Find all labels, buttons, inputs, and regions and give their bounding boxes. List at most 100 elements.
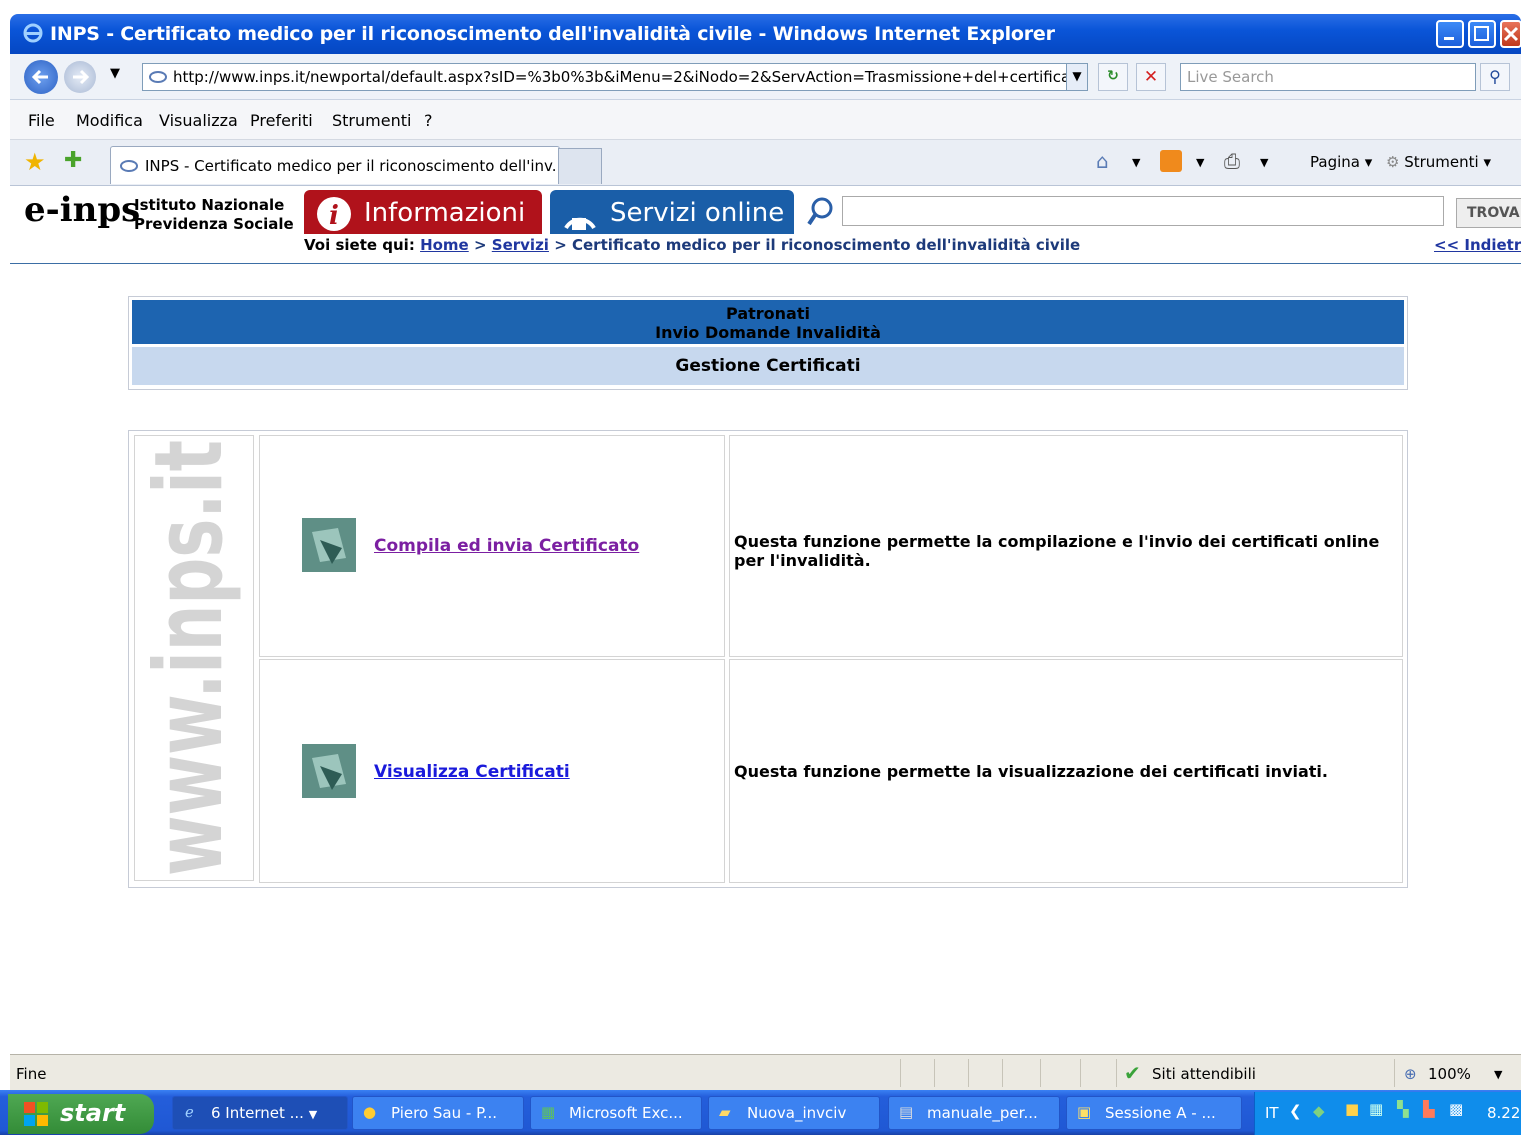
zoom-dropdown-icon[interactable]: ▼	[1494, 1068, 1502, 1081]
print-dropdown-icon[interactable]: ▼	[1260, 156, 1268, 169]
menu-visualizza[interactable]: Visualizza	[159, 111, 238, 130]
taskbar-item-label: 6 Internet ...	[211, 1104, 304, 1122]
breadcrumb-servizi-link[interactable]: Servizi	[492, 236, 549, 254]
tray-shield-icon[interactable]: ■	[1345, 1100, 1359, 1118]
word-icon: ▤	[899, 1103, 914, 1121]
taskbar-item-internet[interactable]: ℯ 6 Internet ... ▼	[172, 1096, 348, 1130]
trova-button[interactable]: TROVA	[1456, 198, 1521, 228]
feed-dropdown-icon[interactable]: ▼	[1196, 156, 1204, 169]
forward-button[interactable]	[64, 61, 96, 93]
minimize-button[interactable]	[1436, 20, 1464, 48]
zoom-level[interactable]: 100%	[1428, 1065, 1471, 1083]
certificate-icon[interactable]	[302, 744, 356, 798]
search-icon: ⚲	[1489, 67, 1501, 86]
address-dropdown-button[interactable]: ▼	[1066, 63, 1088, 91]
certificate-icon[interactable]	[302, 518, 356, 572]
compila-description: Questa funzione permette la compilazione…	[734, 532, 1380, 570]
print-icon[interactable]: ⎙	[1224, 149, 1240, 173]
page-icon	[120, 160, 138, 172]
org-name-line2: Previdenza Sociale	[134, 215, 294, 233]
org-name-line1: Istituto Nazionale	[134, 196, 285, 214]
inps-logo[interactable]: e-inps	[24, 190, 140, 230]
tray-vpn-icon[interactable]: ▩	[1449, 1100, 1463, 1118]
tab-inps[interactable]: INPS - Certificato medico per il riconos…	[110, 146, 560, 184]
servizi-online-button[interactable]: Servizi online	[550, 190, 794, 234]
tab-bar: ★ ✚ INPS - Certificato medico per il ric…	[10, 140, 1521, 186]
close-button[interactable]	[1500, 20, 1521, 48]
visualizza-certificati-link[interactable]: Visualizza Certificati	[374, 762, 570, 782]
tray-expand-icon[interactable]: ❮	[1289, 1102, 1302, 1120]
tray-calendar-icon[interactable]: ▦	[1369, 1100, 1383, 1118]
security-zone[interactable]: Siti attendibili	[1152, 1065, 1256, 1083]
page-content: Patronati Invio Domande Invalidità Gesti…	[10, 264, 1521, 1054]
start-button[interactable]: start	[8, 1094, 154, 1134]
menu-strumenti[interactable]: Strumenti	[332, 111, 411, 130]
clock: 8.22	[1487, 1104, 1521, 1122]
site-search-input[interactable]	[842, 196, 1444, 226]
compila-invia-link[interactable]: Compila ed invia Certificato	[374, 536, 639, 556]
history-dropdown-icon[interactable]: ▼	[110, 66, 120, 81]
back-link[interactable]: << Indietro	[1434, 236, 1521, 254]
section-subtitle: Gestione Certificati	[132, 347, 1404, 385]
breadcrumb-prefix: Voi siete qui:	[304, 236, 415, 254]
taskbar-item-label: Sessione A - ...	[1105, 1104, 1216, 1122]
breadcrumb-current: Certificato medico per il riconoscimento…	[572, 236, 1081, 254]
address-row: ▼ http://www.inps.it/newportal/default.a…	[10, 54, 1521, 100]
taskbar-item-folder[interactable]: ▰ Nuova_invciv	[708, 1096, 880, 1130]
section-title-line2: Invio Domande Invalidità	[655, 323, 881, 342]
menu-file[interactable]: File	[28, 111, 55, 130]
section-title-line1: Patronati	[726, 304, 810, 323]
tray-alert-icon[interactable]: ▙	[1423, 1100, 1435, 1118]
functions-table: www.inps.it Compila ed invia Certificato…	[128, 430, 1408, 888]
taskbar-item-excel[interactable]: ▦ Microsoft Exc...	[530, 1096, 702, 1130]
folder-icon: ▰	[719, 1103, 731, 1121]
start-label: start	[60, 1099, 126, 1127]
checkmark-icon: ✔	[1124, 1061, 1141, 1085]
gear-icon: ⚙	[1386, 153, 1400, 171]
taskbar-item-label: manuale_per...	[927, 1104, 1038, 1122]
add-favorite-icon[interactable]: ✚	[64, 148, 82, 173]
rss-feed-icon[interactable]	[1160, 150, 1182, 172]
tray-app-icon[interactable]: ◆	[1313, 1102, 1325, 1120]
stop-icon: ✕	[1143, 67, 1159, 87]
taskbar-item-piero-sau[interactable]: ● Piero Sau - P...	[352, 1096, 524, 1130]
tools-menu-label: Strumenti	[1404, 153, 1479, 171]
window-title: INPS - Certificato medico per il riconos…	[50, 23, 1055, 45]
taskbar-item-sessione[interactable]: ▣ Sessione A - ...	[1066, 1096, 1242, 1130]
taskbar-item-label: Microsoft Exc...	[569, 1104, 683, 1122]
informazioni-button[interactable]: i Informazioni	[304, 190, 542, 234]
svg-text:www.inps.it: www.inps.it	[135, 440, 244, 876]
status-text: Fine	[16, 1065, 47, 1083]
excel-icon: ▦	[541, 1103, 556, 1121]
window-title-bar[interactable]: INPS - Certificato medico per il riconos…	[10, 14, 1521, 54]
stop-button[interactable]: ✕	[1136, 63, 1166, 91]
status-bar: Fine ✔ Siti attendibili ⊕ 100% ▼	[10, 1054, 1521, 1090]
maximize-button[interactable]	[1468, 20, 1496, 48]
taskbar-item-word[interactable]: ▤ manuale_per...	[888, 1096, 1060, 1130]
breadcrumb-home-link[interactable]: Home	[420, 236, 469, 254]
taskbar: start ℯ 6 Internet ... ▼ ● Piero Sau - P…	[0, 1090, 1521, 1135]
tray-network-icon[interactable]: ▚	[1397, 1100, 1409, 1118]
search-button[interactable]: ⚲	[1480, 63, 1510, 91]
language-indicator[interactable]: IT	[1265, 1104, 1279, 1122]
new-tab-button[interactable]	[558, 148, 602, 184]
home-icon[interactable]: ⌂	[1096, 149, 1109, 173]
taskbar-item-label: Piero Sau - P...	[391, 1104, 498, 1122]
tools-menu[interactable]: ⚙ Strumenti ▾	[1386, 153, 1491, 171]
page-menu[interactable]: Pagina ▾	[1282, 153, 1372, 171]
live-search-input[interactable]: Live Search	[1180, 63, 1476, 91]
home-dropdown-icon[interactable]: ▼	[1132, 156, 1140, 169]
close-icon	[1503, 26, 1519, 42]
favorites-star-icon[interactable]: ★	[24, 148, 46, 176]
back-button[interactable]	[24, 60, 58, 94]
address-input[interactable]: http://www.inps.it/newportal/default.asp…	[142, 63, 1087, 91]
menu-bar: File Modifica Visualizza Preferiti Strum…	[10, 100, 1521, 140]
info-icon: i	[317, 197, 351, 231]
taskbar-item-label: Nuova_invciv	[747, 1104, 847, 1122]
menu-preferiti[interactable]: Preferiti	[250, 111, 313, 130]
refresh-button[interactable]: ↻	[1098, 63, 1128, 91]
menu-help[interactable]: ?	[424, 111, 433, 130]
menu-modifica[interactable]: Modifica	[76, 111, 143, 130]
tab-title: INPS - Certificato medico per il riconos…	[145, 157, 560, 175]
section-header: Patronati Invio Domande Invalidità Gesti…	[128, 296, 1408, 390]
